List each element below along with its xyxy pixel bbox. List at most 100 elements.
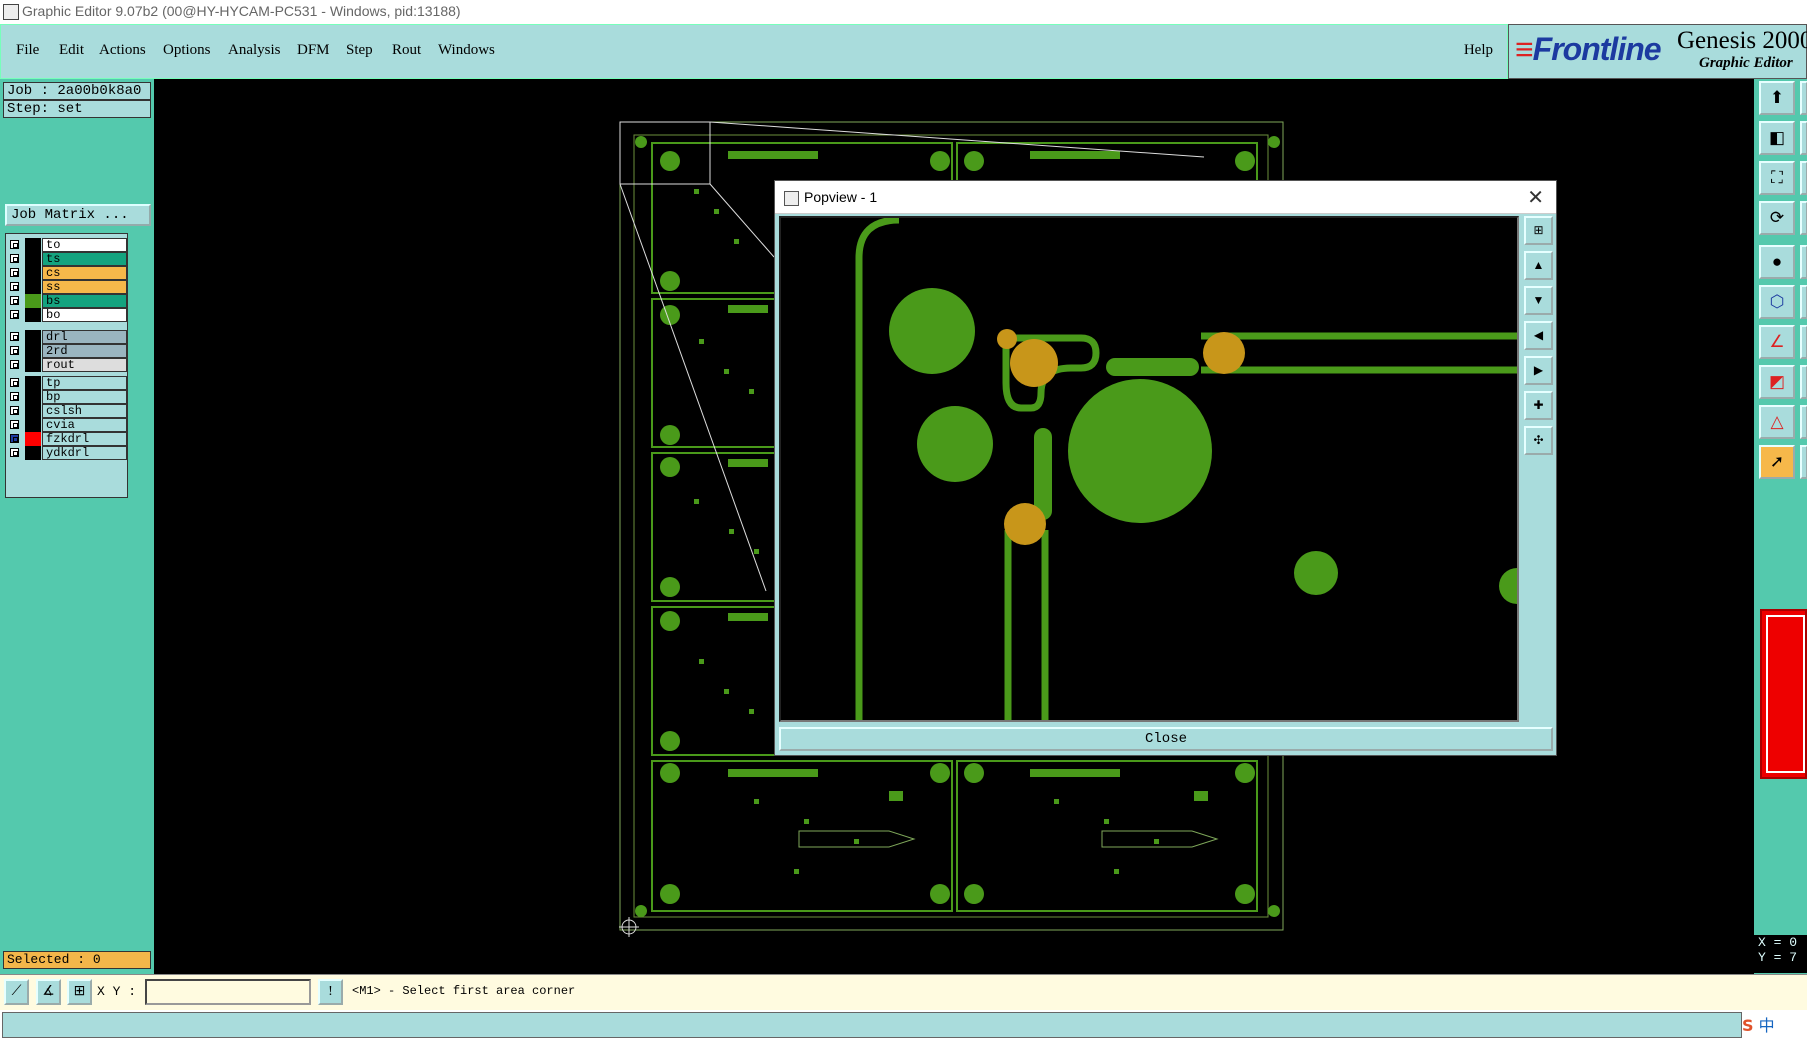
popview-pan-up-button[interactable]: ▲ [1524,251,1553,280]
layer-name[interactable]: drl [42,330,127,344]
layer-checkbox[interactable] [10,434,19,443]
layer-row-fzkdrl[interactable]: fzkdrl [6,432,127,447]
grid-tool-button[interactable]: ⊞ [67,979,92,1005]
layer-checkbox[interactable] [10,378,19,387]
layer-name[interactable]: 2rd [42,344,127,358]
layer-checkbox[interactable] [10,448,19,457]
layer-row-bp[interactable]: bp [6,390,127,405]
layer-name[interactable]: cs [42,266,127,280]
layer-checkbox[interactable] [10,296,19,305]
xy-input[interactable] [145,979,311,1005]
layer-name[interactable]: fzkdrl [42,432,127,446]
layer-name[interactable]: bs [42,294,127,308]
layer-name[interactable]: cslsh [42,404,127,418]
layer-row-rout[interactable]: rout [6,358,127,373]
toolbar-side-button[interactable] [1800,121,1807,155]
toolbar-side-button[interactable] [1800,325,1807,359]
frontline-logo: ≡Frontline [1515,31,1662,67]
layer-checkbox[interactable] [10,346,19,355]
menu-actions[interactable]: Actions [99,42,146,59]
layer-name[interactable]: to [42,238,127,252]
toolbar-side-button[interactable] [1800,201,1807,235]
sogou-icon: S [1742,1016,1754,1035]
command-prompt: <M1> - Select first area corner [352,984,576,998]
status-field [2,1012,1742,1038]
layer-name[interactable]: tp [42,376,127,390]
popview-close-button[interactable]: Close [779,727,1553,751]
pan-left-button[interactable]: ◧ [1759,121,1795,155]
drc-button[interactable]: △ [1759,405,1795,439]
popview-zoom-home-button[interactable]: ⊞ [1524,216,1553,245]
layer-checkbox[interactable] [10,332,19,341]
close-icon[interactable]: ✕ [1527,185,1544,210]
popview-canvas[interactable] [779,216,1519,722]
toolbar-side-button[interactable] [1800,445,1807,479]
layer-row-to[interactable]: to [6,238,127,253]
layer-checkbox[interactable] [10,282,19,291]
refresh-button[interactable]: ⟳ [1759,201,1795,235]
line-tool-button[interactable]: ⟋ [4,979,29,1005]
layer-name[interactable]: ydkdrl [42,446,127,460]
measure-button[interactable]: ∠ [1759,325,1795,359]
toolbar-side-button[interactable] [1800,81,1807,115]
layer-row-2rd[interactable]: 2rd [6,344,127,359]
layer-checkbox[interactable] [10,240,19,249]
toolbar-side-button[interactable] [1800,405,1807,439]
layer-row-cslsh[interactable]: cslsh [6,404,127,419]
layer-row-ydkdrl[interactable]: ydkdrl [6,446,127,461]
alert-button[interactable]: ! [318,979,343,1005]
fit-view-button[interactable]: ⛶ [1759,161,1795,195]
layer-row-tp[interactable]: tp [6,376,127,391]
job-matrix-button[interactable]: Job Matrix ... [5,204,151,226]
toolbar-side-button[interactable] [1800,245,1807,279]
layer-name[interactable]: cvia [42,418,127,432]
connect-button[interactable]: ⬡ [1759,285,1795,319]
layer-checkbox[interactable] [10,268,19,277]
layer-row-ss[interactable]: ss [6,280,127,295]
popview-title: Popview - 1 [804,189,878,205]
layer-name[interactable]: ss [42,280,127,294]
layer-name[interactable]: bp [42,390,127,404]
layer-name[interactable]: ts [42,252,127,266]
snap-button[interactable]: ● [1759,245,1795,279]
layer-name[interactable]: bo [42,308,127,322]
layer-row-drl[interactable]: drl [6,330,127,345]
select-layer-button[interactable]: ◩ [1759,365,1795,399]
measure-icon: ∠ [1769,332,1785,351]
layer-color-swatch [25,294,41,308]
layer-name[interactable]: rout [42,358,127,372]
angle-tool-button[interactable]: ∡ [36,979,61,1005]
toolbar-side-button[interactable] [1800,161,1807,195]
pointer-button[interactable]: ➚ [1759,445,1795,479]
popview-pan-down-button[interactable]: ▼ [1524,286,1553,315]
toolbar-side-button[interactable] [1800,365,1807,399]
menu-help[interactable]: Help [1464,42,1493,59]
layer-row-bo[interactable]: bo [6,308,127,323]
menu-dfm[interactable]: DFM [297,42,330,59]
menu-file[interactable]: File [16,42,39,59]
popview-pan-right-button[interactable]: ▶ [1524,356,1553,385]
menu-options[interactable]: Options [163,42,211,59]
popview-zoom-in-button[interactable]: ✚ [1524,391,1553,420]
menu-step[interactable]: Step [346,42,373,59]
menu-analysis[interactable]: Analysis [228,42,281,59]
layer-checkbox[interactable] [10,310,19,319]
ime-indicator[interactable]: S 中 [1742,1012,1807,1040]
layer-row-ts[interactable]: ts [6,252,127,267]
layer-checkbox[interactable] [10,392,19,401]
layer-row-cvia[interactable]: cvia [6,418,127,433]
layer-checkbox[interactable] [10,420,19,429]
menu-rout[interactable]: Rout [392,42,421,59]
zoom-home-button[interactable]: ⬆ [1759,81,1795,115]
toolbar-side-button[interactable] [1800,285,1807,319]
menu-edit[interactable]: Edit [59,42,84,59]
layer-row-cs[interactable]: cs [6,266,127,281]
popview-pan-left-button[interactable]: ◀ [1524,321,1553,350]
layer-checkbox[interactable] [10,406,19,415]
layer-row-bs[interactable]: bs [6,294,127,309]
layer-checkbox[interactable] [10,360,19,369]
layer-checkbox[interactable] [10,254,19,263]
popview-zoom-out-button[interactable]: ✣ [1524,426,1553,455]
menu-windows[interactable]: Windows [438,42,495,59]
layer-color-swatch [25,432,41,446]
